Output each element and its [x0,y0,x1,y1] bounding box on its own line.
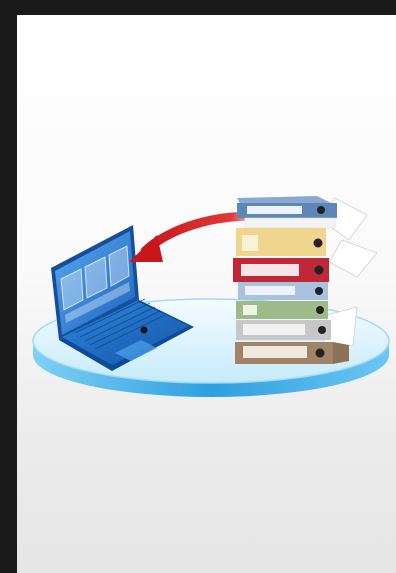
binder-beige [236,228,326,256]
frame-border-left [0,0,17,573]
binder-green [236,301,328,319]
binder-brown [235,342,349,364]
binder-lightblue [238,282,328,300]
frame-border-top [0,0,396,15]
data-transfer-illustration [32,196,390,397]
binder-blue [237,196,337,218]
binder-red [233,258,329,282]
binder-gray [236,320,331,340]
image-frame [0,0,396,573]
